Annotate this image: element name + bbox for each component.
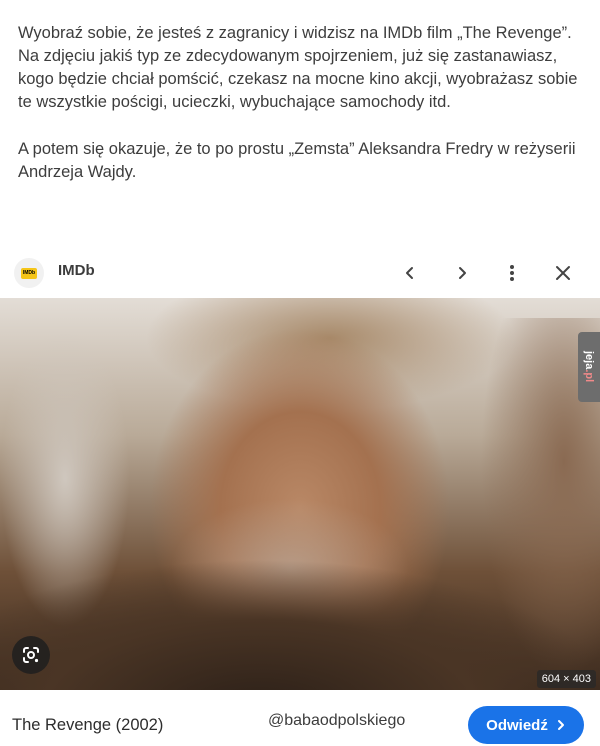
close-icon xyxy=(556,266,570,280)
chevron-left-icon xyxy=(406,267,413,279)
google-lens-icon xyxy=(23,647,39,663)
close-button[interactable] xyxy=(549,259,577,287)
previous-button[interactable] xyxy=(396,259,424,287)
post-paragraph: A potem się okazuje, że to po prostu „Ze… xyxy=(18,140,576,181)
watermark-suffix: .pl xyxy=(583,369,595,383)
post-text: Wyobraź sobie, że jesteś z zagranicy i w… xyxy=(18,22,584,184)
result-image[interactable] xyxy=(0,298,600,690)
more-options-button[interactable] xyxy=(498,259,526,287)
visit-button[interactable]: Odwiedź xyxy=(468,706,584,744)
image-detail xyxy=(0,540,600,690)
image-viewer-topbar: IMDb IMDb xyxy=(0,248,600,298)
site-name[interactable]: IMDb xyxy=(58,262,95,279)
result-title[interactable]: The Revenge (2002) xyxy=(12,716,163,735)
chevron-right-icon xyxy=(557,720,564,730)
chevron-right-icon xyxy=(459,267,466,279)
favicon-label: IMDb xyxy=(21,267,37,279)
post-paragraph: Wyobraź sobie, że jesteś z zagranicy i w… xyxy=(18,24,578,111)
more-vertical-icon xyxy=(510,265,514,281)
next-button[interactable] xyxy=(448,259,476,287)
google-lens-button[interactable] xyxy=(12,636,50,674)
imdb-favicon-icon: IMDb xyxy=(14,258,44,288)
image-dimensions-badge: 604 × 403 xyxy=(536,670,596,688)
watermark-text: jeja xyxy=(583,351,595,370)
jeja-watermark: jeja.pl xyxy=(578,332,600,402)
source-handle: @babaodpolskiego xyxy=(268,712,406,729)
visit-button-label: Odwiedź xyxy=(486,716,548,734)
